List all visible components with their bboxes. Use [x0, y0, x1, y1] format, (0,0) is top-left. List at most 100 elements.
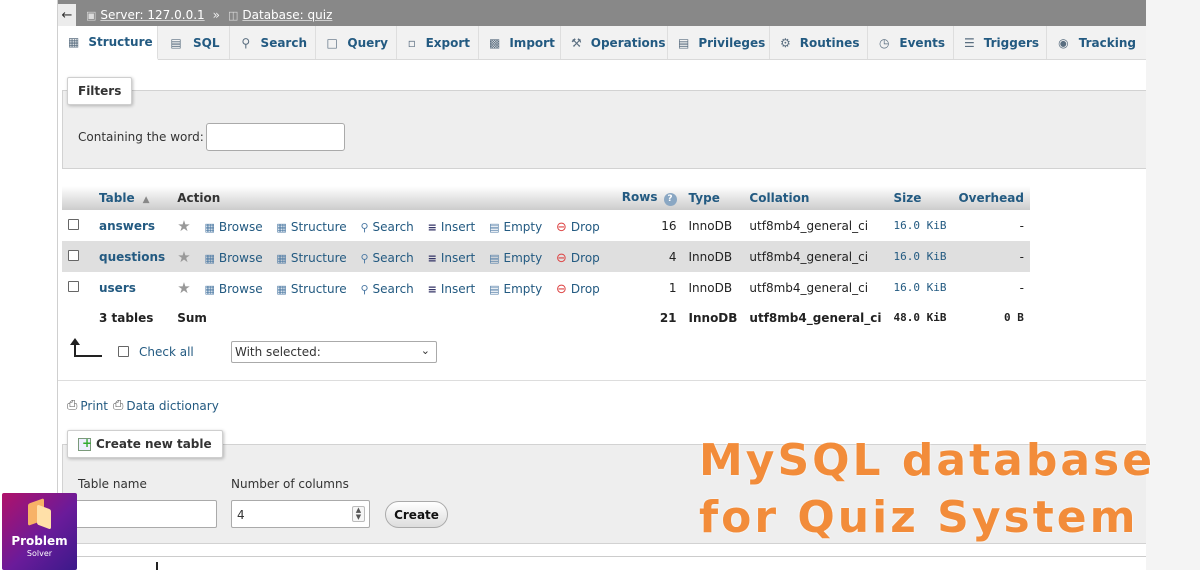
spinner-icon[interactable]: ▲ ▼	[352, 506, 365, 522]
row-count: 16	[615, 210, 683, 241]
breadcrumb-server[interactable]: Server: 127.0.0.1	[100, 8, 204, 22]
row-checkbox[interactable]	[68, 218, 79, 230]
table-name[interactable]: users	[93, 272, 172, 303]
print-link[interactable]: Print	[80, 399, 108, 413]
search-action[interactable]: ⚲ Search	[360, 251, 413, 265]
search-action[interactable]: ⚲ Search	[360, 220, 413, 234]
arrow-left-icon[interactable]: ←	[58, 4, 76, 26]
action-label: Browse	[218, 251, 263, 265]
action-label: Search	[372, 220, 414, 234]
server-icon: ▣	[86, 8, 97, 22]
breadcrumb: ← ▣ Server: 127.0.0.1 » ◫ Database: quiz	[58, 0, 1146, 26]
header-collation[interactable]: Collation	[743, 186, 888, 210]
tab-label: Routines	[799, 35, 860, 50]
insert-icon: ≡	[427, 282, 437, 296]
insert-action[interactable]: ≡ Insert	[428, 282, 476, 296]
browse-action[interactable]: ▦ Browse	[204, 220, 262, 234]
tab-privileges[interactable]: ▤ Privileges	[668, 26, 770, 59]
row-size[interactable]: 16.0 KiB	[887, 210, 953, 241]
channel-logo: Problem Solver	[2, 493, 77, 570]
tab-triggers[interactable]: ☰ Triggers	[954, 26, 1047, 59]
action-label: Drop	[570, 251, 600, 265]
table-name[interactable]: answers	[93, 210, 172, 241]
empty-action[interactable]: ▤ Empty	[489, 282, 542, 296]
row-count: 1	[615, 272, 683, 303]
drop-icon: ⊖	[556, 281, 567, 297]
browse-icon: ▦	[204, 251, 215, 265]
create-button[interactable]: Create	[385, 501, 448, 528]
filters-legend: Filters	[67, 77, 133, 105]
drop-action[interactable]: ⊖ Drop	[556, 220, 600, 235]
search-action[interactable]: ⚲ Search	[360, 282, 413, 296]
table-name[interactable]: questions	[93, 241, 172, 272]
data-dictionary-link[interactable]: Data dictionary	[126, 399, 218, 413]
drop-action[interactable]: ⊖ Drop	[556, 251, 600, 266]
with-selected-dropdown[interactable]: With selected: ⌄	[231, 341, 437, 363]
footer-empty-cell	[62, 303, 93, 332]
structure-action[interactable]: ▦ Structure	[276, 282, 346, 296]
tab-operations[interactable]: ⚒ Operations	[561, 26, 668, 59]
insert-action[interactable]: ≡ Insert	[428, 220, 476, 234]
breadcrumb-database[interactable]: Database: quiz	[242, 8, 332, 22]
action-label: Empty	[503, 251, 543, 265]
row-checkbox[interactable]	[68, 249, 79, 261]
empty-action[interactable]: ▤ Empty	[489, 251, 542, 265]
footer-collation: utf8mb4_general_ci	[743, 303, 888, 332]
drop-action[interactable]: ⊖ Drop	[556, 282, 600, 297]
empty-action[interactable]: ▤ Empty	[489, 220, 542, 234]
columns-stepper[interactable]: 4 ▲ ▼	[231, 500, 370, 528]
tab-label: Triggers	[983, 35, 1040, 50]
divider	[74, 556, 1146, 557]
action-label: Search	[372, 251, 414, 265]
empty-icon: ▤	[489, 251, 500, 265]
tab-routines[interactable]: ⚙ Routines	[770, 26, 868, 59]
row-type: InnoDB	[682, 272, 744, 303]
tab-import[interactable]: ▩ Import	[479, 26, 561, 59]
create-table-title: Create new table	[96, 437, 212, 451]
filter-input[interactable]	[206, 123, 345, 151]
row-checkbox[interactable]	[68, 280, 79, 292]
browse-action[interactable]: ▦ Browse	[204, 282, 262, 296]
header-action: Action	[171, 186, 616, 210]
tab-tracking[interactable]: ◉ Tracking	[1047, 26, 1144, 59]
tab-query[interactable]: □ Query	[316, 26, 397, 59]
check-all-checkbox[interactable]	[118, 346, 129, 357]
data-dictionary-icon: ⎙	[113, 398, 124, 413]
favorite-button[interactable]: ★	[177, 279, 190, 297]
row-size[interactable]: 16.0 KiB	[887, 272, 953, 303]
header-size[interactable]: Size	[887, 186, 953, 210]
help-icon[interactable]: ?	[663, 193, 677, 206]
tab-search[interactable]: ⚲ Search	[230, 26, 316, 59]
star-icon: ★	[177, 216, 191, 235]
tab-export[interactable]: ▫ Export	[397, 26, 479, 59]
star-icon: ★	[177, 247, 191, 266]
tab-bar: ▦ Structure ▤ SQL ⚲ Search □ Query ▫ Exp…	[58, 26, 1146, 60]
tab-label: Tracking	[1078, 35, 1136, 50]
favorite-button[interactable]: ★	[177, 248, 190, 266]
header-type[interactable]: Type	[682, 186, 744, 210]
insert-action[interactable]: ≡ Insert	[428, 251, 476, 265]
header-rows[interactable]: Rows?	[615, 186, 683, 210]
header-table[interactable]: Table ▲	[93, 186, 172, 210]
routines-icon: ⚙	[780, 35, 791, 50]
row-size[interactable]: 16.0 KiB	[887, 241, 953, 272]
favorite-button[interactable]: ★	[177, 217, 190, 235]
tab-sql[interactable]: ▤ SQL	[158, 26, 230, 59]
tab-label: Events	[899, 35, 945, 50]
footer-type: InnoDB	[682, 303, 744, 332]
logo-text-primary: Problem	[11, 534, 68, 548]
tab-events[interactable]: ◷ Events	[868, 26, 954, 59]
search-icon: ⚲	[360, 251, 369, 265]
header-overhead[interactable]: Overhead	[952, 186, 1030, 210]
chevron-down-icon: ⌄	[420, 344, 430, 357]
table-name-input[interactable]	[74, 500, 217, 528]
browse-action[interactable]: ▦ Browse	[204, 251, 262, 265]
action-label: Structure	[290, 251, 347, 265]
structure-action[interactable]: ▦ Structure	[276, 220, 346, 234]
check-all-label[interactable]: Check all	[139, 345, 194, 359]
sql-icon: ▤	[170, 35, 182, 50]
structure-action[interactable]: ▦ Structure	[276, 251, 346, 265]
tab-label: Import	[509, 35, 555, 50]
tab-structure[interactable]: ▦ Structure	[58, 26, 158, 60]
row-overhead: -	[952, 210, 1030, 241]
